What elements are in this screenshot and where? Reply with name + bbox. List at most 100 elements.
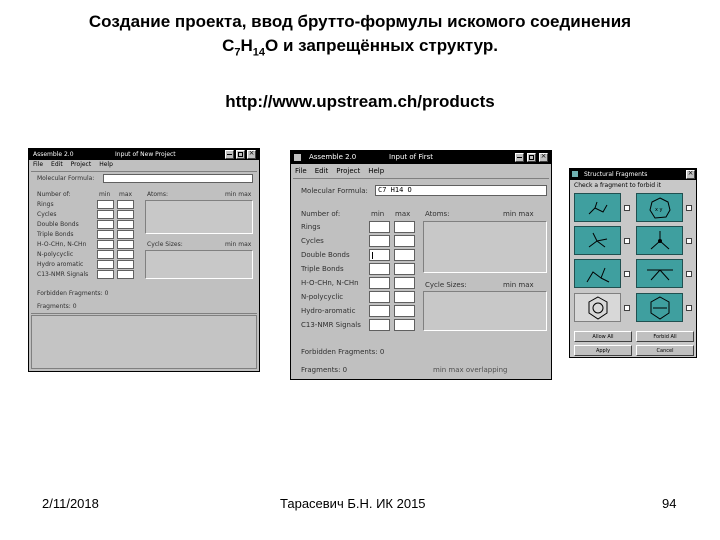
apply-button[interactable]: Apply [574, 345, 632, 356]
forbid-checkbox[interactable] [624, 271, 630, 277]
text-cursor [372, 252, 373, 259]
menu-file[interactable]: File [295, 167, 307, 175]
atoms-list[interactable] [145, 200, 253, 234]
fragment-ring-icon: x y [649, 197, 671, 219]
max-input[interactable] [117, 200, 134, 209]
maximize-button[interactable] [236, 150, 245, 159]
molecular-formula-input[interactable]: C7 H14 O [375, 185, 547, 196]
min-input[interactable] [97, 210, 114, 219]
row-label: Cycles [301, 237, 324, 245]
slide-url: http://www.upstream.ch/products [225, 92, 495, 111]
fragments-status: min max overlapping [433, 366, 508, 374]
cycle-min-max: min max [503, 281, 534, 289]
max-input[interactable] [394, 263, 415, 275]
min-input[interactable] [97, 260, 114, 269]
close-button[interactable]: × [686, 169, 695, 179]
max-input[interactable] [394, 319, 415, 331]
window-titlebar[interactable]: Assemble 2.0 Input of First × [291, 151, 551, 164]
slide-title: Создание проекта, ввод брутто-формулы ис… [0, 10, 720, 64]
forbid-checkbox[interactable] [624, 305, 630, 311]
min-input[interactable] [369, 277, 390, 289]
max-input[interactable] [394, 305, 415, 317]
min-input[interactable] [97, 270, 114, 279]
forbid-checkbox[interactable] [624, 205, 630, 211]
max-input[interactable] [117, 260, 134, 269]
cycle-sizes-list[interactable] [145, 250, 253, 279]
row-label: Rings [301, 223, 321, 231]
minimize-button[interactable] [225, 150, 234, 159]
fragment-tile[interactable] [574, 193, 621, 222]
close-button[interactable]: × [539, 152, 548, 162]
fragment-structure-icon [650, 231, 670, 250]
fragment-tile[interactable] [636, 259, 683, 288]
menu-help[interactable]: Help [99, 161, 113, 168]
forbid-checkbox[interactable] [686, 305, 692, 311]
cancel-button[interactable]: Cancel [636, 345, 694, 356]
maximize-button[interactable] [527, 153, 536, 162]
row-label: Double Bonds [37, 221, 79, 228]
forbid-checkbox[interactable] [624, 238, 630, 244]
cycle-sizes-label: Cycle Sizes: [147, 241, 183, 248]
molecular-formula-input[interactable] [103, 174, 253, 183]
window-titlebar[interactable]: Assemble 2.0 Input of New Project × [29, 149, 259, 160]
max-input[interactable] [117, 270, 134, 279]
menu-edit[interactable]: Edit [315, 167, 329, 175]
max-input[interactable] [117, 240, 134, 249]
min-input[interactable] [369, 249, 390, 261]
forbid-checkbox[interactable] [686, 205, 692, 211]
cycle-sizes-list[interactable] [423, 291, 547, 331]
menu-file[interactable]: File [33, 161, 43, 168]
forbid-all-button[interactable]: Forbid All [636, 331, 694, 342]
max-header: max [119, 191, 133, 198]
max-input[interactable] [117, 250, 134, 259]
forbid-checkbox[interactable] [686, 238, 692, 244]
min-input[interactable] [97, 230, 114, 239]
row-label: Hydro aromatic [37, 261, 84, 268]
min-input[interactable] [369, 291, 390, 303]
close-button[interactable]: × [247, 149, 256, 159]
max-input[interactable] [117, 210, 134, 219]
cycle-min-max: min max [225, 241, 252, 248]
max-input[interactable] [394, 277, 415, 289]
window-title: Assemble 2.0 [309, 153, 357, 161]
max-input[interactable] [394, 235, 415, 247]
number-of-label: Number of: [301, 210, 341, 218]
min-input[interactable] [369, 221, 390, 233]
menu-edit[interactable]: Edit [51, 161, 63, 168]
fragment-tile[interactable] [636, 293, 683, 322]
min-input[interactable] [97, 220, 114, 229]
min-header: min [99, 191, 111, 198]
max-input[interactable] [117, 220, 134, 229]
min-input[interactable] [369, 235, 390, 247]
window-subtitle: Input of New Project [115, 151, 176, 158]
max-input[interactable] [394, 291, 415, 303]
allow-all-button[interactable]: Allow All [574, 331, 632, 342]
menu-help[interactable]: Help [368, 167, 384, 175]
fragment-tile[interactable] [636, 226, 683, 255]
min-input[interactable] [97, 250, 114, 259]
row-label: H-O-CHn, N-CHn [301, 279, 359, 287]
structural-fragments-window: Structural Fragments × Check a fragment … [569, 168, 697, 358]
window-titlebar[interactable]: Structural Fragments × [570, 169, 696, 180]
max-input[interactable] [117, 230, 134, 239]
fragment-tile[interactable] [574, 259, 621, 288]
max-input[interactable] [394, 249, 415, 261]
min-input[interactable] [369, 319, 390, 331]
fragments-area[interactable] [31, 315, 257, 369]
min-input[interactable] [97, 240, 114, 249]
fragment-tile[interactable] [574, 293, 621, 322]
min-input[interactable] [97, 200, 114, 209]
max-input[interactable] [394, 221, 415, 233]
atoms-list[interactable] [423, 221, 547, 273]
fragment-tile[interactable] [574, 226, 621, 255]
menu-project[interactable]: Project [71, 161, 92, 168]
forbid-checkbox[interactable] [686, 271, 692, 277]
fragment-tile[interactable]: x y [636, 193, 683, 222]
minimize-button[interactable] [515, 153, 524, 162]
menu-project[interactable]: Project [336, 167, 360, 175]
atoms-label: Atoms: [147, 191, 169, 198]
assemble-window-new-project: Assemble 2.0 Input of New Project × File… [28, 148, 260, 372]
min-input[interactable] [369, 305, 390, 317]
row-label: Hydro-aromatic [301, 307, 356, 315]
min-input[interactable] [369, 263, 390, 275]
